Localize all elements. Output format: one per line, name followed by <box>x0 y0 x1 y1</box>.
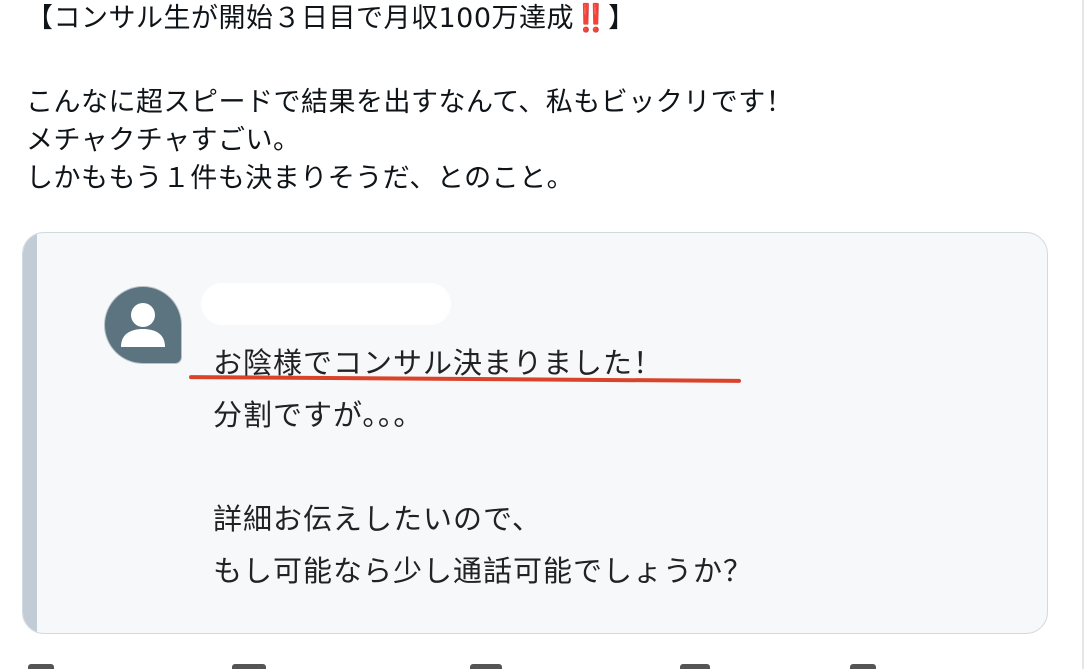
retweet-icon[interactable] <box>232 664 266 669</box>
default-user-avatar-icon <box>105 287 181 363</box>
share-icon[interactable] <box>850 664 876 669</box>
chat-message: お陰様でコンサル決まりました！ 分割ですが。。。 詳細お伝えしたいので、 もし可… <box>213 337 753 597</box>
card-left-edge <box>23 233 37 633</box>
reply-icon[interactable] <box>28 664 54 669</box>
tweet-text: 【コンサル生が開始３日目で月収100万達成‼️】 こんなに超スピードで結果を出す… <box>26 0 1066 198</box>
message-line: 詳細お伝えしたいので、 <box>213 502 542 536</box>
double-exclamation-icon: ‼️ <box>574 3 609 34</box>
sender-name-redacted <box>201 283 451 325</box>
message-line: 分割ですが。。。 <box>213 398 424 432</box>
cut-off-action-bar <box>20 660 1060 669</box>
tweet-body-line: しかももう１件も決まりそうだ、とのこと。 <box>26 163 575 194</box>
views-icon[interactable] <box>680 664 710 669</box>
message-line: お陰様でコンサル決まりました！ <box>213 346 664 380</box>
headline-text: 【コンサル生が開始３日目で月収100万達成 <box>26 3 575 34</box>
message-line: もし可能なら少し通話可能でしょうか？ <box>213 554 754 588</box>
tweet-body-line: こんなに超スピードで結果を出すなんて、私もビックリです！ <box>26 87 794 118</box>
tweet-headline: 【コンサル生が開始３日目で月収100万達成‼️】 <box>26 0 1066 38</box>
like-icon[interactable] <box>470 664 502 669</box>
tweet: 【コンサル生が開始３日目で月収100万達成‼️】 こんなに超スピードで結果を出す… <box>0 0 1090 669</box>
column-divider <box>1082 0 1084 669</box>
headline-close-bracket: 】 <box>608 3 636 34</box>
attached-image-card[interactable]: お陰様でコンサル決まりました！ 分割ですが。。。 詳細お伝えしたいので、 もし可… <box>22 232 1048 634</box>
tweet-body-line: メチャクチャすごい。 <box>26 125 301 156</box>
